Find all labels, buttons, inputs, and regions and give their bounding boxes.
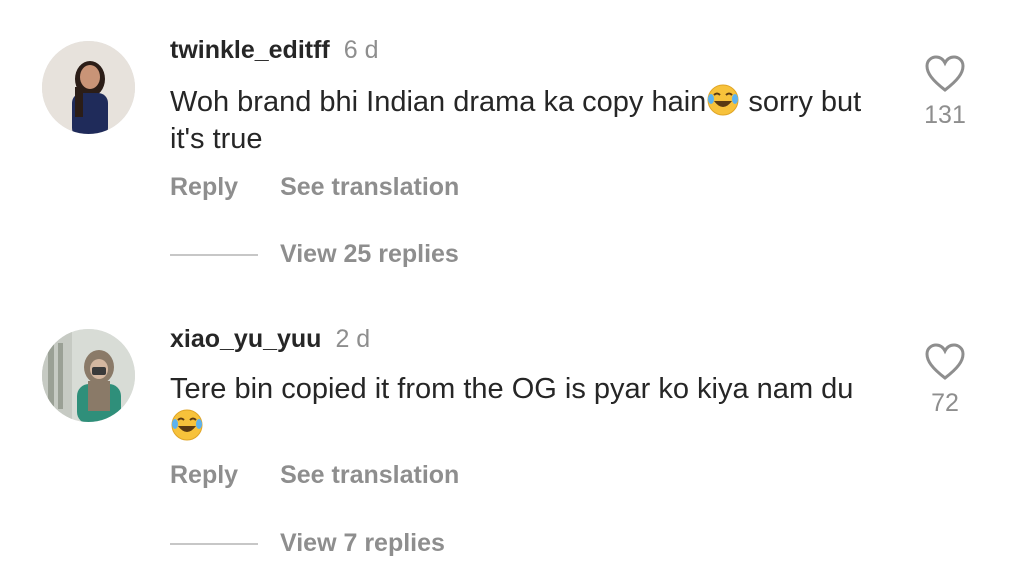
divider-line — [170, 253, 258, 256]
view-replies-button[interactable]: View 7 replies — [170, 529, 445, 558]
comment-text: Woh brand bhi Indian drama ka copy hain … — [170, 83, 870, 158]
comment-text-part: Tere bin copied it from the OG is pyar k… — [170, 373, 854, 405]
divider-line — [170, 542, 258, 545]
comment-text-part: Woh brand bhi Indian drama ka copy hain — [170, 86, 707, 118]
avatar[interactable] — [42, 41, 135, 134]
see-translation-button[interactable]: See translation — [280, 173, 459, 202]
view-replies-label: View 25 replies — [280, 240, 459, 268]
username[interactable]: twinkle_editff — [170, 36, 330, 65]
avatar-image — [42, 41, 135, 134]
reply-button[interactable]: Reply — [170, 461, 238, 490]
see-translation-button[interactable]: See translation — [280, 461, 459, 490]
avatar-image — [42, 329, 135, 422]
like-count: 131 — [924, 101, 966, 129]
comment-text: Tere bin copied it from the OG is pyar k… — [170, 371, 870, 446]
heart-icon[interactable] — [924, 343, 966, 381]
like-count: 72 — [931, 389, 959, 417]
face-with-tears-of-joy-icon — [706, 83, 740, 117]
username[interactable]: xiao_yu_yuu — [170, 325, 321, 354]
reply-button[interactable]: Reply — [170, 173, 238, 202]
heart-icon[interactable] — [924, 55, 966, 93]
timestamp: 6 d — [343, 36, 379, 64]
face-with-tears-of-joy-icon — [170, 408, 204, 442]
avatar[interactable] — [42, 329, 135, 422]
timestamp: 2 d — [335, 325, 371, 353]
view-replies-button[interactable]: View 25 replies — [170, 240, 459, 269]
view-replies-label: View 7 replies — [280, 529, 445, 557]
